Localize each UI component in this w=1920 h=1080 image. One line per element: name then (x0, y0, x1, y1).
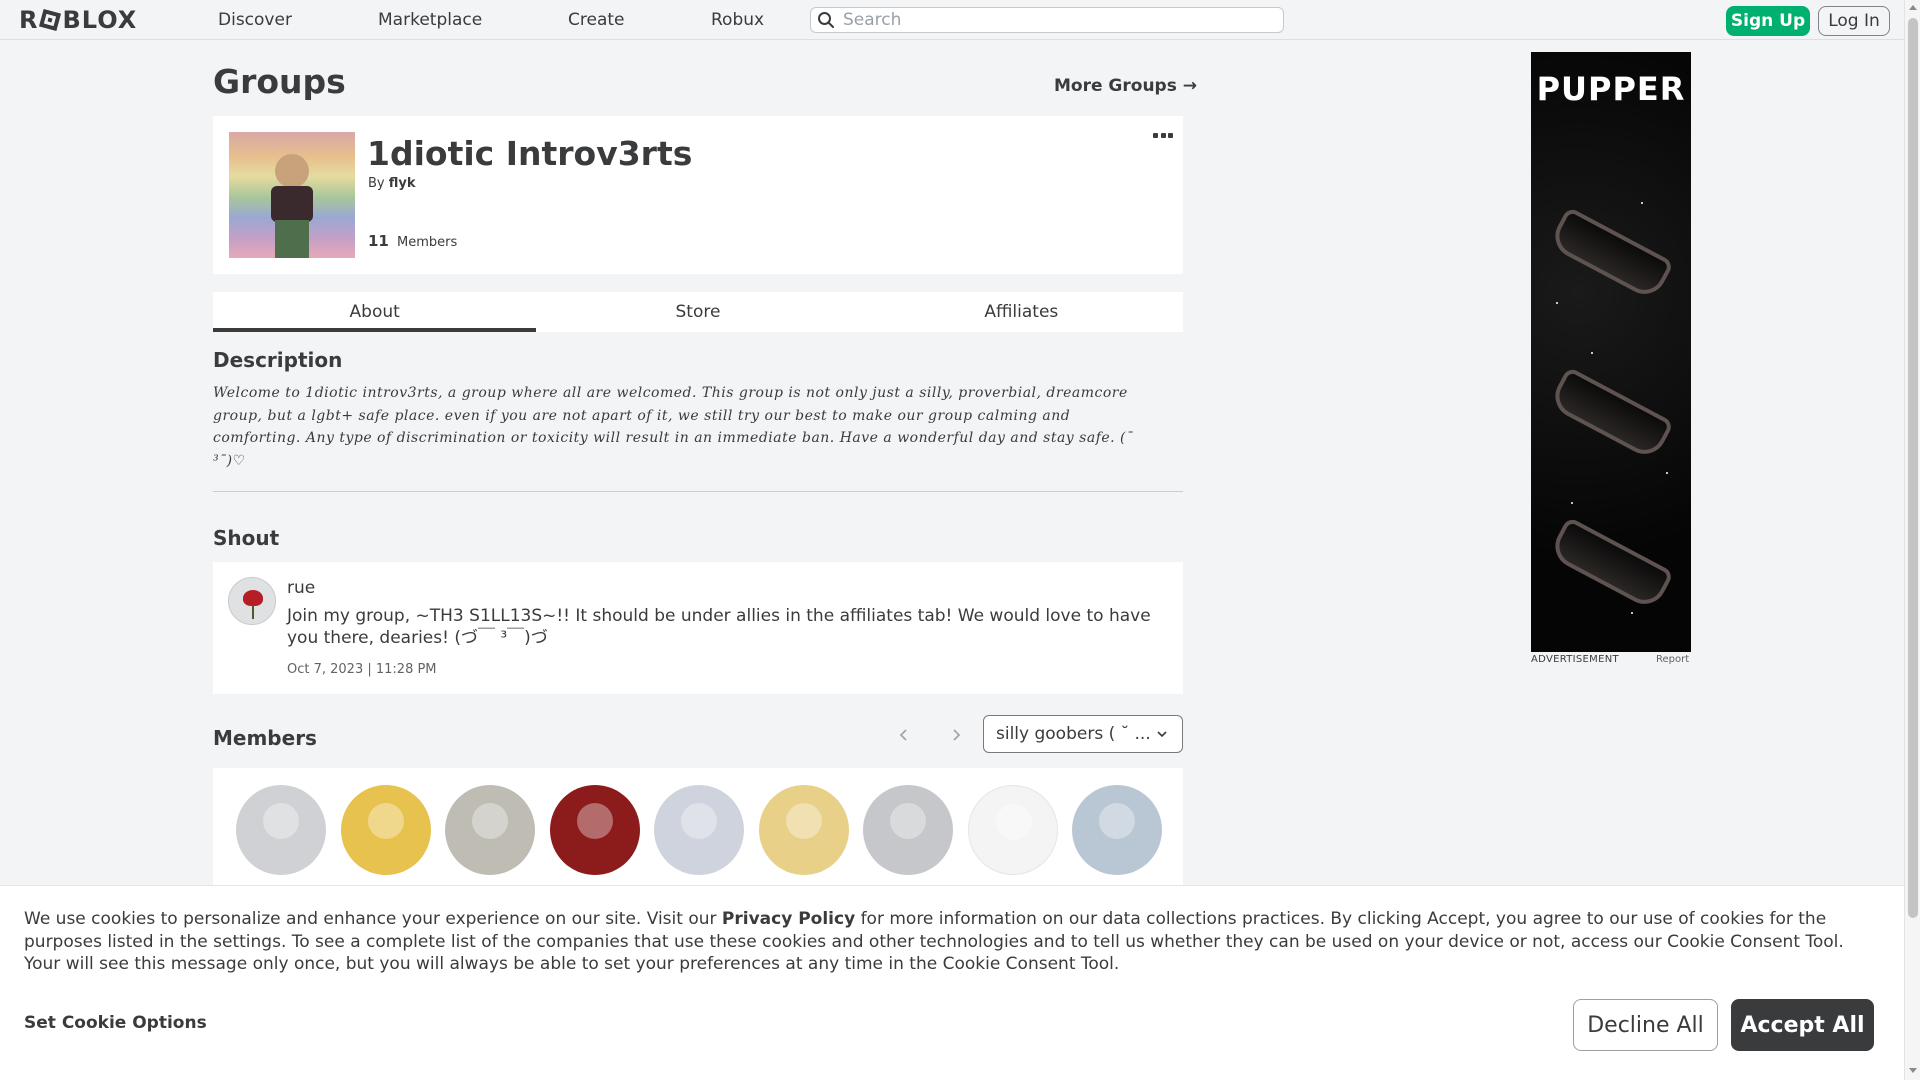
dot-icon (1168, 132, 1173, 138)
scroll-down-arrow-icon[interactable] (1909, 1068, 1917, 1073)
search-icon (818, 12, 834, 28)
shout-username[interactable]: rue (287, 578, 315, 598)
chevron-down-icon (1157, 731, 1167, 738)
member-avatar[interactable] (863, 785, 953, 875)
group-by-label: By (368, 176, 385, 191)
group-header-card: 1diotic Introv3rts By flyk 11 Members (213, 116, 1183, 274)
logo-o-icon (39, 8, 62, 32)
avatar-head (472, 803, 508, 839)
advertisement-banner[interactable]: PUPPER (1531, 52, 1691, 652)
tab-store[interactable]: Store (536, 292, 859, 332)
page-title: Groups (213, 62, 346, 101)
scrollbar-thumb[interactable] (1908, 18, 1918, 918)
top-navigation: R BLOX Discover Marketplace Create Robux… (0, 0, 1904, 40)
tab-about[interactable]: About (213, 292, 537, 332)
shout-card: rue Join my group, ~TH3 S1LL13S~!! It sh… (213, 562, 1183, 694)
nav-marketplace[interactable]: Marketplace (378, 0, 482, 40)
cookie-message: We use cookies to personalize and enhanc… (24, 908, 1884, 976)
star-speck (1591, 352, 1593, 354)
shout-timestamp: Oct 7, 2023 | 11:28 PM (287, 662, 437, 677)
avatar-head (1099, 803, 1135, 839)
member-count-label: Members (397, 235, 458, 250)
role-select-value: silly goobers ( ˘ ... (996, 724, 1151, 744)
avatar-head (263, 803, 299, 839)
star-speck (1641, 202, 1643, 204)
member-avatar[interactable] (758, 785, 849, 875)
emblem-legs (275, 220, 309, 258)
nav-robux[interactable]: Robux (711, 0, 764, 40)
member-avatar[interactable] (445, 785, 535, 875)
members-heading: Members (213, 726, 317, 750)
group-description: Welcome to 1diotic introv3rts, a group w… (213, 385, 1134, 469)
tab-affiliates[interactable]: Affiliates (860, 292, 1183, 332)
chevron-left-icon[interactable] (894, 725, 914, 745)
member-avatar[interactable] (967, 785, 1058, 875)
avatar-head (681, 803, 717, 839)
more-options-icon[interactable] (1153, 130, 1173, 140)
ad-brand-text: PUPPER (1536, 70, 1686, 108)
group-owner-line: By flyk (368, 176, 416, 191)
emblem-body (271, 186, 313, 222)
nav-discover[interactable]: Discover (218, 0, 292, 40)
member-avatar[interactable] (1072, 785, 1162, 875)
search-box[interactable] (810, 7, 1284, 33)
sunglasses-image (1547, 516, 1675, 612)
dot-icon (1153, 132, 1158, 138)
rose-icon (243, 590, 263, 606)
star-speck (1556, 302, 1558, 304)
decline-all-button[interactable]: Decline All (1573, 999, 1718, 1051)
avatar-head (890, 803, 926, 839)
star-speck (1631, 612, 1633, 614)
group-name: 1diotic Introv3rts (367, 134, 693, 173)
member-count-number: 11 (368, 232, 389, 250)
member-avatar[interactable] (340, 785, 431, 875)
page-scrollbar[interactable] (1904, 0, 1920, 1080)
sign-up-button[interactable]: Sign Up (1726, 6, 1810, 36)
avatar-head (367, 803, 404, 839)
more-groups-link[interactable]: More Groups → (1054, 76, 1197, 96)
avatar-head (576, 803, 613, 839)
description-heading: Description (213, 348, 343, 372)
shout-avatar[interactable] (228, 577, 276, 625)
member-avatar[interactable] (549, 785, 640, 875)
advertisement-label: ADVERTISEMENT (1531, 654, 1619, 665)
avatar-head (995, 804, 1032, 840)
logo-letter-r: R (19, 6, 39, 34)
log-in-button[interactable]: Log In (1818, 6, 1890, 36)
cookie-consent-banner: We use cookies to personalize and enhanc… (0, 885, 1904, 1080)
member-avatar[interactable] (236, 785, 326, 875)
member-count: 11 Members (368, 232, 457, 250)
ad-report-link[interactable]: Report (1656, 654, 1689, 665)
dot-icon (1160, 132, 1166, 138)
star-speck (1571, 502, 1573, 504)
star-speck (1666, 472, 1668, 474)
scroll-up-arrow-icon[interactable] (1909, 5, 1917, 10)
accept-all-button[interactable]: Accept All (1731, 999, 1874, 1051)
search-input[interactable] (843, 9, 1273, 31)
group-emblem-image (229, 132, 355, 258)
shout-heading: Shout (213, 526, 280, 550)
sunglasses-image (1547, 366, 1675, 462)
sunglasses-image (1547, 206, 1675, 302)
privacy-policy-link[interactable]: Privacy Policy (722, 909, 855, 929)
set-cookie-options-link[interactable]: Set Cookie Options (24, 1013, 207, 1033)
group-tabs: About Store Affiliates (213, 292, 1183, 332)
section-divider (213, 491, 1183, 492)
emblem-character (267, 154, 317, 258)
emblem-head (275, 154, 309, 188)
logo-letters-blox: BLOX (62, 6, 138, 34)
members-list (213, 768, 1183, 888)
shout-message: Join my group, ~TH3 S1LL13S~!! It should… (287, 606, 1151, 648)
chevron-right-icon[interactable] (946, 725, 966, 745)
roblox-logo[interactable]: R BLOX (19, 6, 138, 34)
avatar-head (785, 803, 822, 839)
member-avatar[interactable] (654, 785, 744, 875)
cookie-text-before: We use cookies to personalize and enhanc… (24, 909, 722, 929)
group-owner-link[interactable]: flyk (389, 176, 416, 191)
role-select-dropdown[interactable]: silly goobers ( ˘ ... (983, 715, 1183, 753)
rose-stem (252, 605, 254, 619)
nav-create[interactable]: Create (568, 0, 625, 40)
